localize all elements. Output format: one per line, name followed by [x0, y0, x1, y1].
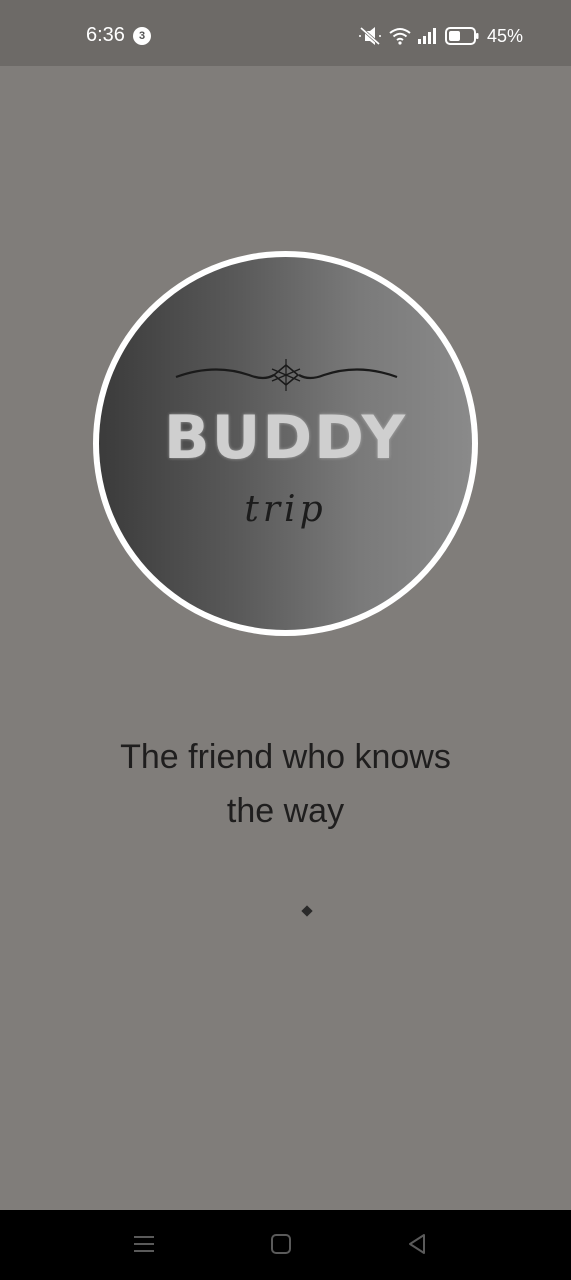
- battery-icon: [444, 27, 479, 45]
- status-time: 6:36: [86, 24, 125, 46]
- menu-icon[interactable]: [133, 1233, 155, 1260]
- status-icons: 45%: [357, 24, 523, 48]
- loading-indicator: [301, 905, 313, 917]
- tagline: The friend who knows the way: [60, 730, 511, 838]
- mute-icon: [357, 26, 383, 46]
- back-icon[interactable]: [406, 1233, 428, 1260]
- navigation-bar: [0, 1210, 571, 1280]
- app-logo: BUDDY trip: [93, 251, 478, 636]
- notification-count-badge: 3: [133, 27, 151, 45]
- battery-percent: 45%: [486, 25, 523, 46]
- tagline-line-1: The friend who knows: [120, 738, 451, 776]
- signal-icon: [417, 27, 439, 45]
- home-icon[interactable]: [270, 1233, 292, 1260]
- ornament-icon: [175, 359, 398, 391]
- logo-circle: BUDDY trip: [99, 257, 472, 630]
- logo-subtitle: trip: [244, 489, 327, 530]
- wifi-icon: [389, 27, 411, 45]
- tagline-line-2: the way: [226, 792, 345, 830]
- logo-title: BUDDY: [163, 403, 408, 473]
- status-bar: 6:36 3 45%: [0, 0, 571, 66]
